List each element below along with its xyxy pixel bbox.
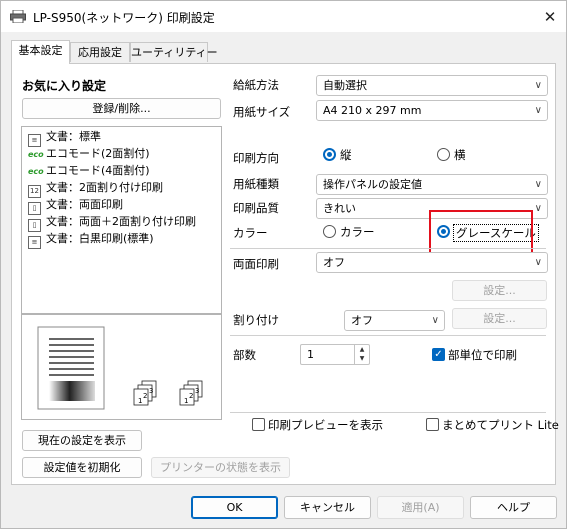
color-radio[interactable]	[323, 225, 336, 238]
orientation-label: 印刷方向	[233, 151, 279, 165]
print-settings-window: LP-S950(ネットワーク) 印刷設定 ✕ 基本設定 応用設定 ユーティリティ…	[0, 0, 567, 529]
list-item[interactable]: ≡ 文書：標準	[28, 128, 101, 147]
portrait-radio[interactable]	[323, 148, 336, 161]
list-item[interactable]: ≡ 文書：白黒印刷(標準)	[28, 230, 154, 249]
chevron-down-icon: ∨	[534, 80, 542, 91]
layout-preview: 321 321	[21, 314, 222, 420]
list-item[interactable]: ▯ 文書：両面印刷	[28, 196, 123, 215]
eco-icon: eco	[28, 150, 44, 159]
layout-settings-button[interactable]: 設定...	[452, 308, 547, 329]
favorites-list: ≡ 文書：標準 eco エコモード(2面割付) eco エコモード(4面割付) 12 文…	[21, 126, 222, 314]
copies-spinner[interactable]: 1 ▲ ▼	[300, 344, 370, 365]
copies-label: 部数	[233, 348, 256, 362]
cancel-button[interactable]: キャンセル	[284, 496, 371, 519]
paper-size-select[interactable]: A4 210 x 297 mm ∨	[316, 100, 548, 121]
svg-text:1: 1	[138, 397, 142, 405]
divider	[230, 248, 546, 249]
printer-status-button[interactable]: プリンターの状態を表示	[151, 457, 290, 478]
chevron-down-icon: ∨	[534, 203, 542, 214]
divider	[230, 412, 546, 413]
print-preview-label: 印刷プレビューを表示	[268, 418, 383, 432]
chevron-down-icon: ∨	[431, 315, 439, 326]
print-quality-label: 印刷品質	[233, 201, 279, 215]
batch-print-checkbox[interactable]	[426, 418, 439, 431]
svg-text:3: 3	[149, 387, 153, 395]
apply-button[interactable]: 適用(A)	[377, 496, 464, 519]
svg-text:2: 2	[189, 392, 193, 400]
list-item[interactable]: eco エコモード(2面割付)	[28, 145, 150, 162]
paper-source-label: 給紙方法	[233, 78, 279, 92]
ok-button[interactable]: OK	[191, 496, 278, 519]
eco-icon: eco	[28, 167, 44, 176]
help-button[interactable]: ヘルプ	[470, 496, 557, 519]
portrait-label: 縦	[340, 148, 352, 162]
duplex-select[interactable]: オフ ∨	[316, 252, 548, 273]
duplex-label: 両面印刷	[233, 257, 279, 271]
paper-size-label: 用紙サイズ	[233, 105, 291, 119]
printer-icon	[10, 10, 26, 23]
page-preview-image: 321 321	[37, 326, 203, 410]
paper-type-label: 用紙種類	[233, 177, 279, 191]
document-icon: ≡	[28, 236, 41, 249]
svg-text:1: 1	[184, 397, 188, 405]
batch-print-label: まとめてプリント Lite	[442, 418, 559, 432]
svg-text:3: 3	[195, 387, 199, 395]
color-label: カラー	[233, 226, 268, 240]
duplex-settings-button[interactable]: 設定...	[452, 280, 547, 301]
landscape-radio[interactable]	[437, 148, 450, 161]
collate-checkbox[interactable]: ✓	[432, 348, 445, 361]
chevron-down-icon: ∨	[534, 257, 542, 268]
list-item[interactable]: 12 文書：2面割り付け印刷	[28, 179, 163, 198]
layout-label: 割り付け	[233, 313, 279, 327]
tab-utility[interactable]: ユーティリティー	[130, 42, 218, 62]
list-item[interactable]: eco エコモード(4面割付)	[28, 162, 150, 179]
tab-advanced[interactable]: 応用設定	[70, 42, 130, 62]
svg-text:2: 2	[143, 392, 147, 400]
register-delete-button[interactable]: 登録/削除...	[22, 98, 221, 119]
color-option-label: カラー	[340, 225, 375, 239]
chevron-down-icon: ∨	[534, 105, 542, 116]
favorites-heading: お気に入り設定	[22, 79, 107, 93]
show-current-settings-button[interactable]: 現在の設定を表示	[22, 430, 142, 451]
title-bar: LP-S950(ネットワーク) 印刷設定 ✕	[1, 1, 566, 32]
close-icon[interactable]: ✕	[540, 7, 560, 27]
collate-label: 部単位で印刷	[448, 348, 517, 362]
paper-source-select[interactable]: 自動選択 ∨	[316, 75, 548, 96]
list-item[interactable]: ▯ 文書：両面＋2面割り付け印刷	[28, 213, 196, 232]
chevron-down-icon: ∨	[534, 179, 542, 190]
print-preview-checkbox[interactable]	[252, 418, 265, 431]
reset-settings-button[interactable]: 設定値を初期化	[22, 457, 142, 478]
landscape-label: 横	[454, 148, 466, 162]
spinner-arrows-icon[interactable]: ▲ ▼	[354, 345, 369, 364]
layout-select[interactable]: オフ ∨	[344, 310, 445, 331]
tab-basic[interactable]: 基本設定	[11, 40, 70, 64]
divider	[230, 335, 546, 336]
window-title: LP-S950(ネットワーク) 印刷設定	[33, 11, 215, 25]
paper-type-select[interactable]: 操作パネルの設定値 ∨	[316, 174, 548, 195]
